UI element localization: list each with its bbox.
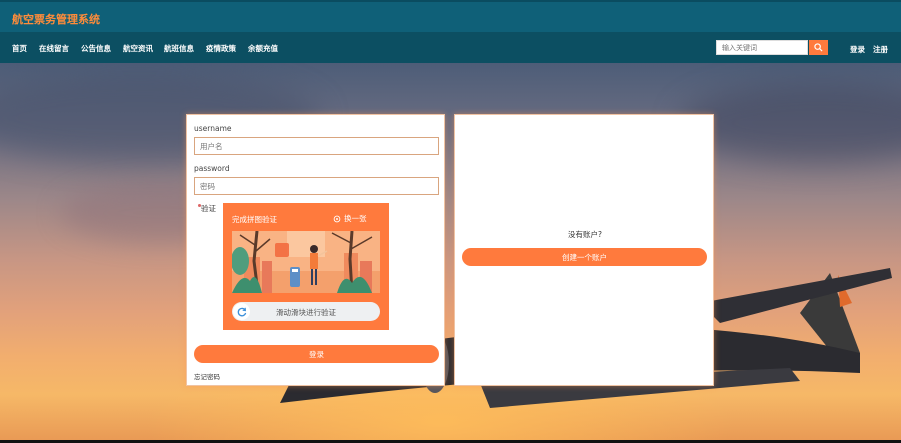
refresh-icon [333,215,341,222]
app-title: 航空票务管理系统 [12,13,100,26]
username-label: username [194,124,232,133]
login-submit-button[interactable]: 登录 [194,345,439,363]
rotate-icon [237,307,246,316]
nav-item-announcements[interactable]: 公告信息 [81,43,111,54]
register-card: 没有账户? 创建一个账户 [454,114,714,386]
forgot-password-link[interactable]: 忘记密码 [194,371,220,381]
nav-item-epidemic-policy[interactable]: 疫情政策 [206,43,236,54]
nav-item-aviation-news[interactable]: 航空资讯 [123,43,153,54]
app-header: 航空票务管理系统 [0,0,901,32]
verify-label: 验证 [201,204,216,213]
hero-background [0,63,901,440]
captcha-slider-text: 滑动滑块进行验证 [276,308,336,317]
username-input[interactable] [194,137,439,155]
captcha-slider-track[interactable]: 滑动滑块进行验证 [232,302,380,321]
search-button[interactable] [809,40,828,55]
login-link[interactable]: 登录 [850,44,865,55]
create-account-button[interactable]: 创建一个账户 [462,248,707,266]
nav-item-recharge[interactable]: 余额充值 [248,43,278,54]
no-account-text: 没有账户? [568,230,602,239]
airplane-image [280,268,892,408]
captcha-refresh-button[interactable]: 换一张 [333,213,367,224]
captcha-popup: 完成拼图验证 换一张 滑动滑块进行验证 [223,203,389,330]
captcha-puzzle-image [232,231,380,293]
captcha-slider-handle[interactable] [233,303,250,320]
search-input[interactable] [716,40,808,55]
register-link[interactable]: 注册 [873,44,888,55]
search-icon [814,43,823,52]
main-nav: 首页 在线留言 公告信息 航空资讯 航班信息 疫情政策 余额充值 登录 注册 [0,32,901,63]
nav-item-flights[interactable]: 航班信息 [164,43,194,54]
captcha-title: 完成拼图验证 [232,215,277,224]
nav-item-messages[interactable]: 在线留言 [39,43,69,54]
captcha-refresh-label: 换一张 [344,214,367,223]
login-card: username password 验证 完成拼图验证 换一张 [186,114,445,386]
nav-item-home[interactable]: 首页 [12,43,27,54]
password-input[interactable] [194,177,439,195]
password-label: password [194,164,230,173]
